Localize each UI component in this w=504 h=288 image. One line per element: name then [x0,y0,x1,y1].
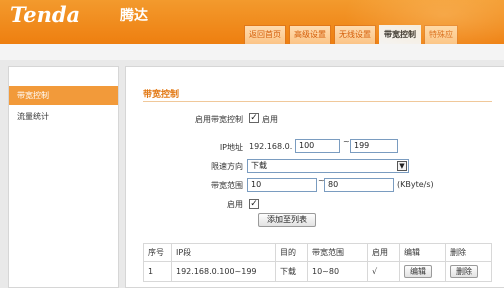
header-strip [0,44,504,60]
top-nav: 返回首页 高级设置 无线设置 带宽控制 特殊应 [244,25,461,44]
edit-button[interactable]: 编辑 [404,265,432,278]
sidebar-item-bandwidth-control[interactable]: 带宽控制 [9,86,118,105]
header-bar: Tenda 腾达 返回首页 高级设置 无线设置 带宽控制 特殊应 [0,0,504,44]
tenda-logo: Tenda [10,2,81,27]
tab-special-apps[interactable]: 特殊应 [424,25,458,44]
main-panel: 带宽控制 启用带宽控制 ✓ 启用 IP地址 192.168.0. 100 ~ 1… [125,66,504,288]
rule-enabled-label: 启用 [227,200,243,209]
col-header-index: 序号 [143,243,172,262]
bandwidth-max-input[interactable]: 80 [324,178,394,192]
enable-bandwidth-text: 启用 [262,115,278,124]
add-to-list-button[interactable]: 添加至列表 [258,213,316,227]
col-header-ip-range: IP段 [171,243,276,262]
ip-prefix: 192.168.0. [249,142,293,151]
brand-name-cn: 腾达 [120,8,148,24]
direction-select[interactable]: 下载 ▼ [247,159,409,173]
ip-start-input[interactable]: 100 [295,139,340,153]
col-header-bandwidth: 带宽范围 [307,243,368,262]
row-bandwidth: 10~80 [307,261,368,282]
col-header-delete: 删除 [445,243,492,262]
table-row: 1 192.168.0.100~199 下载 10~80 √ 编辑 删除 [143,261,492,282]
direction-selected-value: 下载 [251,161,267,170]
row-delete-cell: 删除 [445,261,492,282]
sidebar: 带宽控制 流量统计 [8,66,119,288]
col-header-direction: 目的 [275,243,308,262]
table-header-row: 序号 IP段 目的 带宽范围 启用 编辑 删除 [143,243,492,262]
col-header-edit: 编辑 [399,243,446,262]
title-divider [143,101,492,102]
sidebar-item-traffic-stats[interactable]: 流量统计 [9,107,118,126]
tab-wireless[interactable]: 无线设置 [334,25,376,44]
checkmark-icon: ✓ [250,113,258,123]
col-header-enabled: 启用 [367,243,400,262]
enable-bandwidth-label: 启用带宽控制 [195,115,243,124]
rule-enabled-checkbox[interactable]: ✓ [249,199,259,209]
bandwidth-unit: (KByte/s) [397,180,434,189]
direction-label: 限速方向 [211,162,243,171]
row-direction: 下载 [275,261,308,282]
bandwidth-min-input[interactable]: 10 [247,178,317,192]
ip-address-label: IP地址 [219,143,243,152]
row-enabled: √ [367,261,400,282]
ip-end-input[interactable]: 199 [350,139,398,153]
tab-advanced[interactable]: 高级设置 [289,25,331,44]
enable-bandwidth-checkbox[interactable]: ✓ [249,113,259,123]
page-title: 带宽控制 [143,90,180,100]
bandwidth-rules-table: 序号 IP段 目的 带宽范围 启用 编辑 删除 1 192.168.0.100~… [143,243,492,282]
delete-button[interactable]: 删除 [450,265,478,278]
tab-bandwidth-control[interactable]: 带宽控制 [379,25,421,44]
tab-home[interactable]: 返回首页 [244,25,286,44]
bandwidth-range-label: 带宽范围 [211,181,243,190]
checkmark-icon: ✓ [250,199,258,209]
row-edit-cell: 编辑 [399,261,446,282]
chevron-down-icon: ▼ [397,161,407,171]
row-index: 1 [143,261,172,282]
ip-range-separator: ~ [343,137,350,146]
row-ip-range: 192.168.0.100~199 [171,261,276,282]
